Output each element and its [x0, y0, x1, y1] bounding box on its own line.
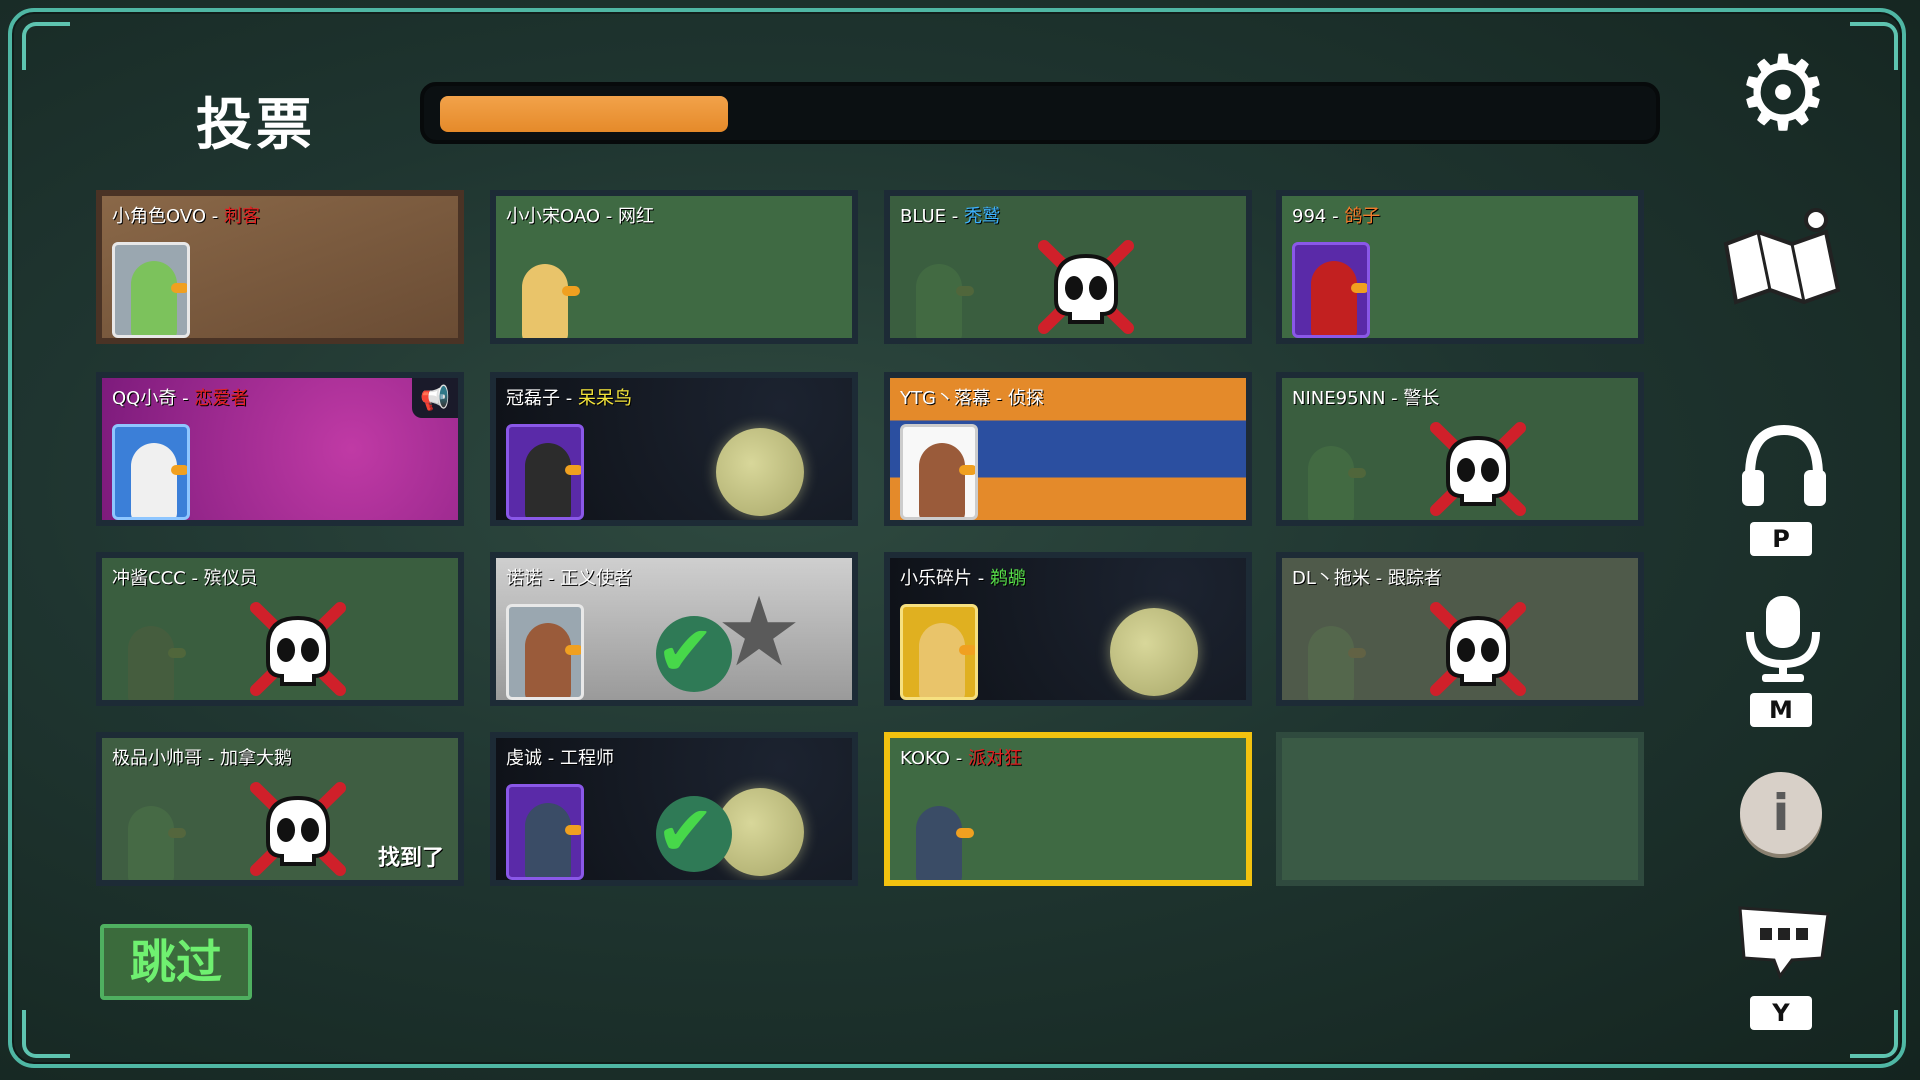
- dead-skull-icon: [1026, 236, 1146, 336]
- duck-avatar: [131, 261, 187, 335]
- duck-avatar: [525, 443, 581, 517]
- megaphone-icon: 📢: [412, 378, 458, 418]
- check-mark-icon: ✔: [656, 610, 715, 692]
- duck-avatar: [131, 443, 187, 517]
- player-portrait: [1292, 242, 1370, 338]
- player-name: QQ小奇 - 恋爱者: [112, 388, 249, 409]
- headphones-icon[interactable]: [1736, 420, 1832, 510]
- player-portrait: [506, 604, 584, 700]
- dead-skull-icon: [238, 778, 358, 878]
- moon-icon: [716, 428, 804, 516]
- player-card[interactable]: BLUE - 秃鹫: [884, 190, 1252, 344]
- player-name: 诺诺 - 正义使者: [506, 568, 632, 589]
- player-portrait: [112, 424, 190, 520]
- duck-avatar: [916, 264, 974, 338]
- duck-avatar: [525, 803, 581, 877]
- duck-avatar: [919, 623, 975, 697]
- vote-timer-fill: [440, 96, 728, 132]
- frame-corner: [1850, 1010, 1898, 1058]
- player-name: 冲酱CCC - 殡仪员: [112, 568, 258, 589]
- player-name: 小角色OVO - 刺客: [112, 206, 260, 227]
- check-mark-icon: ✔: [656, 790, 715, 872]
- player-name: YTG丶落幕 - 侦探: [900, 388, 1044, 409]
- microphone-icon[interactable]: [1738, 592, 1828, 684]
- duck-avatar: [128, 806, 186, 880]
- dead-skull-icon: [1418, 418, 1538, 518]
- player-name: BLUE - 秃鹫: [900, 206, 1000, 227]
- player-portrait: [900, 424, 978, 520]
- vote-timer-bar: [420, 82, 1660, 144]
- player-portrait: [112, 604, 190, 700]
- empty-slot: [1276, 732, 1644, 886]
- skip-vote-button[interactable]: 跳过: [100, 924, 252, 1000]
- player-portrait: [1292, 424, 1370, 520]
- settings-gear-icon[interactable]: ⚙: [1730, 40, 1836, 146]
- player-portrait: [1292, 604, 1370, 700]
- duck-avatar: [1308, 446, 1366, 520]
- player-card[interactable]: 冠磊子 - 呆呆鸟: [490, 372, 858, 526]
- duck-avatar: [525, 623, 581, 697]
- player-name: 虔诚 - 工程师: [506, 748, 614, 769]
- player-card[interactable]: 994 - 鸽子: [1276, 190, 1644, 344]
- player-name: 994 - 鸽子: [1292, 206, 1381, 227]
- player-portrait: [506, 784, 584, 880]
- player-card[interactable]: 虔诚 - 工程师 ✔: [490, 732, 858, 886]
- player-card[interactable]: 小乐碎片 - 鹈鹕: [884, 552, 1252, 706]
- player-portrait: [900, 784, 978, 880]
- frame-corner: [1850, 22, 1898, 70]
- duck-avatar: [128, 626, 186, 700]
- key-hint-y: Y: [1750, 996, 1812, 1030]
- player-card[interactable]: 极品小帅哥 - 加拿大鹅 找到了: [96, 732, 464, 886]
- dead-skull-icon: [238, 598, 358, 698]
- player-portrait: [112, 242, 190, 338]
- duck-avatar: [919, 443, 975, 517]
- key-hint-p: P: [1750, 522, 1812, 556]
- player-name: KOKO - 派对狂: [900, 748, 1022, 769]
- moon-icon: [1110, 608, 1198, 696]
- map-icon[interactable]: [1718, 204, 1848, 314]
- screen-frame: [8, 8, 1906, 1068]
- player-portrait: [112, 784, 190, 880]
- player-portrait: [506, 424, 584, 520]
- info-icon[interactable]: i: [1740, 772, 1822, 854]
- dead-skull-icon: [1418, 598, 1538, 698]
- player-card-selected[interactable]: KOKO - 派对狂: [884, 732, 1252, 886]
- player-card[interactable]: 小角色OVO - 刺客: [96, 190, 464, 344]
- player-card[interactable]: DL丶拖米 - 跟踪者: [1276, 552, 1644, 706]
- vote-title: 投票: [196, 93, 316, 158]
- frame-corner: [22, 22, 70, 70]
- found-label: 找到了: [377, 846, 444, 871]
- player-portrait: [900, 604, 978, 700]
- player-card[interactable]: 诺诺 - 正义使者 ✔ ★: [490, 552, 858, 706]
- player-card[interactable]: NINE95NN - 警长: [1276, 372, 1644, 526]
- player-card[interactable]: 小小宋OAO - 网红: [490, 190, 858, 344]
- key-hint-m: M: [1750, 693, 1812, 727]
- player-portrait: [506, 242, 584, 338]
- duck-avatar: [916, 806, 974, 880]
- player-name: 小小宋OAO - 网红: [506, 206, 654, 227]
- duck-avatar: [522, 264, 580, 338]
- player-name: DL丶拖米 - 跟踪者: [1292, 568, 1442, 589]
- player-card[interactable]: QQ小奇 - 恋爱者 📢: [96, 372, 464, 526]
- chat-bubble-icon[interactable]: [1734, 900, 1834, 980]
- player-card[interactable]: YTG丶落幕 - 侦探: [884, 372, 1252, 526]
- player-name: NINE95NN - 警长: [1292, 388, 1440, 409]
- star-icon: ★: [716, 576, 803, 688]
- frame-corner: [22, 1010, 70, 1058]
- player-name: 小乐碎片 - 鹈鹕: [900, 568, 1026, 589]
- player-card[interactable]: 冲酱CCC - 殡仪员: [96, 552, 464, 706]
- duck-avatar: [1311, 261, 1367, 335]
- duck-avatar: [1308, 626, 1366, 700]
- player-name: 极品小帅哥 - 加拿大鹅: [112, 748, 292, 769]
- player-portrait: [900, 242, 978, 338]
- player-name: 冠磊子 - 呆呆鸟: [506, 388, 632, 409]
